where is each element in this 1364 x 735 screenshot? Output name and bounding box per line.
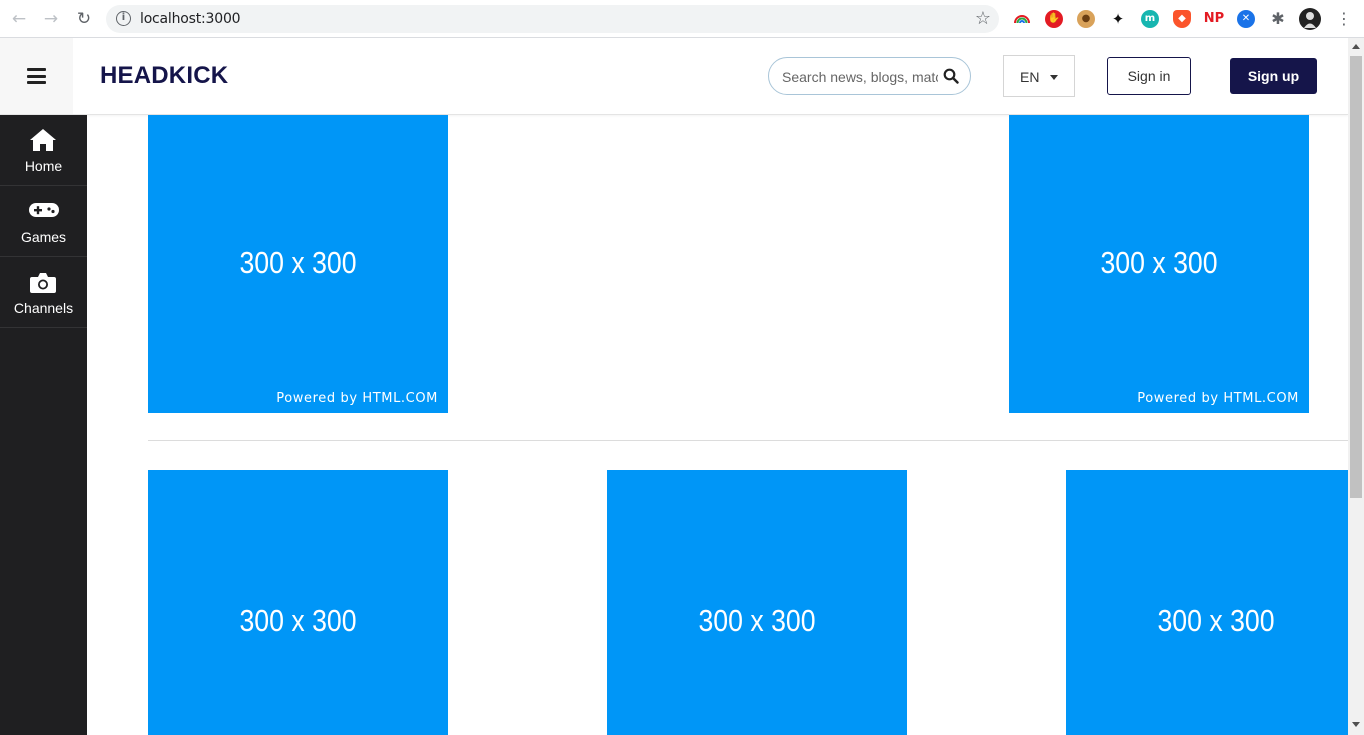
shield-extension-icon[interactable]: ◆ [1173,10,1191,28]
site-info-icon[interactable]: i [116,11,131,26]
ad-banner[interactable]: 300 x 300 [1066,470,1348,735]
scrollbar-thumb[interactable] [1350,56,1362,498]
sidebar-item-home[interactable]: Home [0,115,87,186]
hamburger-area [0,38,73,114]
rainbow-extension-icon[interactable] [1013,10,1031,28]
caret-down-icon [1050,75,1058,80]
gamepad-icon [29,203,59,217]
page-scrollbar[interactable] [1348,38,1364,735]
address-url[interactable]: localhost:3000 [140,11,241,27]
ad-size-text: 300 x 300 [239,603,357,638]
address-bar[interactable]: i localhost:3000 ☆ [106,5,999,33]
scroll-up-arrow-icon[interactable] [1352,44,1360,49]
blue-x-extension-icon[interactable]: ✕ [1237,10,1255,28]
hamburger-menu-icon[interactable] [27,68,46,84]
kebab-menu-icon[interactable]: ⋮ [1336,10,1352,28]
home-icon [30,129,56,151]
search-box [768,57,971,95]
ad-banner[interactable]: 300 x 300 [607,470,907,735]
sidebar-item-channels[interactable]: Channels [0,257,87,328]
sidebar: Home Games Channels [0,115,87,735]
bookmark-star-icon[interactable]: ☆ [975,8,991,29]
puzzle-extension-icon[interactable]: ✱ [1269,10,1287,28]
camera-icon [30,273,56,293]
stop-hand-extension-icon[interactable]: ✋ [1045,10,1063,28]
sign-up-button[interactable]: Sign up [1230,58,1317,94]
sidebar-item-games[interactable]: Games [0,186,87,257]
search-icon[interactable] [943,68,959,84]
ad-size-text: 300 x 300 [698,603,816,638]
language-label: EN [1020,69,1040,85]
language-select[interactable]: EN [1003,55,1075,97]
np-extension-icon[interactable]: NP [1203,10,1225,28]
cookie-extension-icon[interactable]: ● [1077,10,1095,28]
section-divider [148,440,1348,441]
reload-icon[interactable]: ↻ [74,9,94,29]
search-input[interactable] [782,67,938,87]
ad-banner[interactable]: 300 x 300 Powered by HTML.COM [1009,115,1309,413]
main-content: 300 x 300 Powered by HTML.COM 300 x 300 … [87,115,1348,735]
browser-toolbar: ← → ↻ i localhost:3000 ☆ ✋ ● ✦ m ◆ NP ✕ … [0,0,1364,38]
back-arrow-icon[interactable]: ← [9,9,29,29]
app-header: HEADKICK EN Sign in Sign up [0,38,1348,115]
profile-avatar-icon[interactable] [1299,8,1321,30]
sidebar-item-label: Channels [13,300,74,316]
sidebar-item-label: Home [24,158,63,174]
forward-arrow-icon[interactable]: → [41,9,61,29]
ad-size-text: 300 x 300 [1100,245,1218,280]
ad-banner[interactable]: 300 x 300 [148,470,448,735]
ad-banner[interactable]: 300 x 300 Powered by HTML.COM [148,115,448,413]
brand-logo[interactable]: HEADKICK [100,62,228,90]
ad-powered-text: Powered by HTML.COM [1137,391,1299,406]
ad-size-text: 300 x 300 [1157,603,1275,638]
ad-size-text: 300 x 300 [239,245,357,280]
ad-powered-text: Powered by HTML.COM [276,391,438,406]
gnome-extension-icon[interactable]: ✦ [1109,10,1127,28]
sign-in-button[interactable]: Sign in [1107,57,1191,95]
scroll-down-arrow-icon[interactable] [1352,722,1360,727]
m-extension-icon[interactable]: m [1141,10,1159,28]
sidebar-item-label: Games [20,229,67,245]
